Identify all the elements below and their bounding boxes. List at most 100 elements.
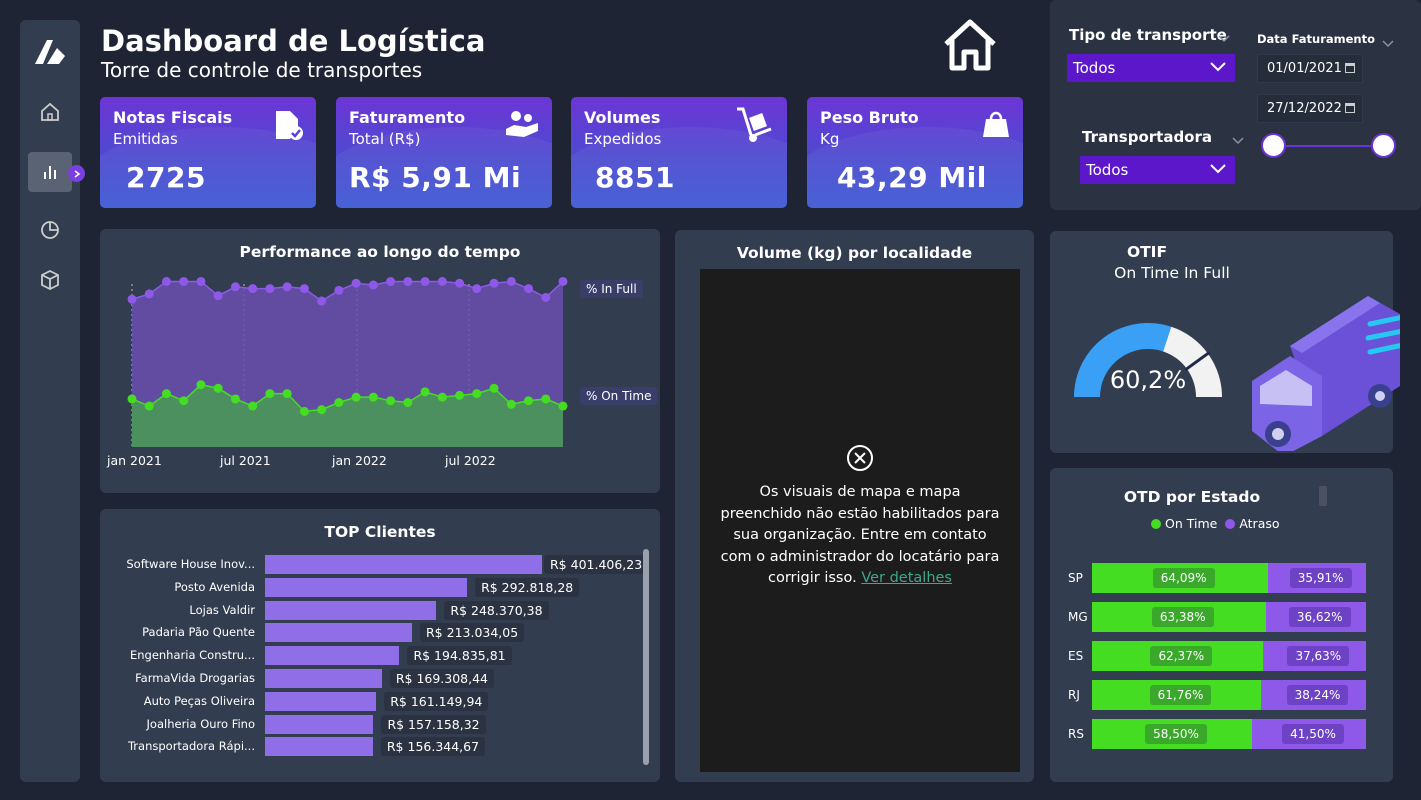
otif-value: 60,2% [1109, 366, 1187, 394]
legend-in-full: % In Full [580, 280, 643, 298]
data-point [248, 284, 258, 294]
on-time-value-label: 61,76% [1149, 685, 1212, 705]
bar[interactable] [265, 623, 412, 643]
data-point [230, 282, 240, 292]
bar-category-label: FarmaVida Drogarias [135, 671, 255, 685]
page-title: Dashboard de Logística [101, 24, 486, 58]
on-time-value-label: 58,50% [1145, 724, 1207, 744]
bar-category-label: Auto Peças Oliveira [143, 693, 255, 708]
bar[interactable] [265, 646, 400, 666]
bar-category-label: Padaria Pão Quente [142, 625, 255, 640]
state-label: ES [1068, 649, 1084, 663]
bar-chart-icon[interactable] [28, 152, 72, 192]
data-point [524, 396, 534, 406]
delay-value-label: 38,24% [1286, 685, 1349, 705]
date-end-input[interactable]: 27/12/2022 [1257, 94, 1363, 123]
bar-value-label: R$ 401.406,23 [544, 555, 649, 574]
kpi-sublabel: Kg [820, 130, 840, 148]
kpi-card-notas: Notas Fiscais Emitidas 2725 [100, 97, 316, 208]
page-subtitle: Torre de controle de transportes [101, 58, 423, 82]
sidebar [20, 20, 85, 782]
bar[interactable] [265, 669, 382, 688]
x-tick-label: jan 2021 [107, 453, 162, 468]
data-point [144, 289, 154, 299]
data-point [179, 396, 189, 406]
transport-type-label: Tipo de transporte [1069, 26, 1227, 44]
chevron-down-icon[interactable] [1218, 28, 1230, 47]
kpi-label: Peso Bruto [820, 108, 919, 127]
pie-chart-icon[interactable] [28, 210, 72, 250]
bar-value-label: R$ 161.149,94 [384, 691, 489, 711]
hand-truck-icon [735, 105, 775, 149]
logo-icon [31, 34, 69, 74]
data-point [299, 284, 309, 294]
data-point [455, 390, 465, 400]
chevron-down-icon [1210, 164, 1226, 174]
truck-icon [1250, 286, 1411, 456]
scrollbar[interactable] [643, 549, 649, 765]
date-slider-end-handle[interactable] [1371, 133, 1396, 158]
kpi-label: Faturamento [349, 108, 466, 127]
data-point [541, 394, 551, 404]
date-slider-start-handle[interactable] [1261, 133, 1286, 158]
legend-on-time: % On Time [580, 387, 658, 405]
data-point [230, 394, 240, 404]
box-icon[interactable] [28, 260, 72, 300]
bar-category-label: Lojas Valdir [189, 602, 255, 617]
bar[interactable] [265, 600, 437, 620]
data-point [144, 401, 154, 411]
data-point [506, 399, 516, 409]
data-point [317, 296, 327, 306]
data-point [282, 389, 292, 399]
data-point [351, 278, 361, 288]
bar[interactable] [265, 691, 377, 711]
data-point [334, 285, 344, 295]
bar[interactable] [265, 714, 374, 734]
data-point [489, 278, 499, 288]
kpi-card-peso: Peso Bruto Kg 43,29 Mil [807, 97, 1023, 208]
date-start-input[interactable]: 01/01/2021 [1257, 54, 1363, 83]
data-point [299, 406, 309, 416]
delay-value-label: 35,91% [1289, 568, 1352, 588]
bar-category-label: Transportadora Rápi... [127, 739, 255, 754]
data-point [386, 396, 396, 406]
kpi-label: Volumes [584, 108, 661, 127]
top-clients-chart: Software House Inov... R$ 401.406,23 Posto… [100, 509, 660, 782]
data-point [179, 276, 189, 286]
data-point [317, 405, 327, 415]
x-tick-label: jan 2022 [332, 453, 387, 468]
performance-panel: Performance ao longo do tempo % In Full … [100, 229, 660, 493]
otif-gauge [1074, 323, 1222, 397]
bar[interactable] [265, 555, 542, 574]
home-button[interactable] [940, 16, 1000, 76]
data-point [248, 401, 258, 411]
state-label: RJ [1068, 688, 1080, 702]
data-point [472, 389, 482, 399]
state-label: MG [1068, 610, 1088, 624]
data-point [437, 392, 447, 402]
bar-value-label: R$ 157.158,32 [381, 714, 486, 734]
carrier-label: Transportadora [1082, 128, 1213, 146]
date-start-value: 01/01/2021 [1267, 61, 1342, 76]
data-point [403, 398, 413, 407]
expand-arrow-icon[interactable] [68, 165, 85, 182]
bar[interactable] [265, 577, 468, 597]
date-end-value: 27/12/2022 [1267, 101, 1342, 116]
kpi-value: 43,29 Mil [837, 161, 987, 194]
bar-category-label: Posto Avenida [174, 579, 255, 594]
kpi-sublabel: Expedidos [584, 130, 662, 148]
bar[interactable] [265, 737, 373, 757]
kpi-label: Notas Fiscais [113, 108, 233, 127]
data-point [403, 276, 413, 286]
data-point [386, 276, 396, 286]
transport-type-dropdown[interactable]: Todos [1067, 54, 1235, 82]
home-icon[interactable] [28, 92, 72, 132]
chevron-down-icon[interactable] [1382, 33, 1394, 52]
carrier-dropdown[interactable]: Todos [1080, 156, 1235, 184]
state-label: RS [1068, 727, 1084, 741]
chevron-down-icon[interactable] [1232, 130, 1244, 149]
x-tick-label: jul 2021 [220, 453, 271, 468]
otd-panel: OTD por Estado On Time Atraso SP 64,09% 35… [1050, 468, 1393, 782]
details-link[interactable]: Ver detalhes [861, 570, 952, 586]
data-point [127, 294, 137, 304]
